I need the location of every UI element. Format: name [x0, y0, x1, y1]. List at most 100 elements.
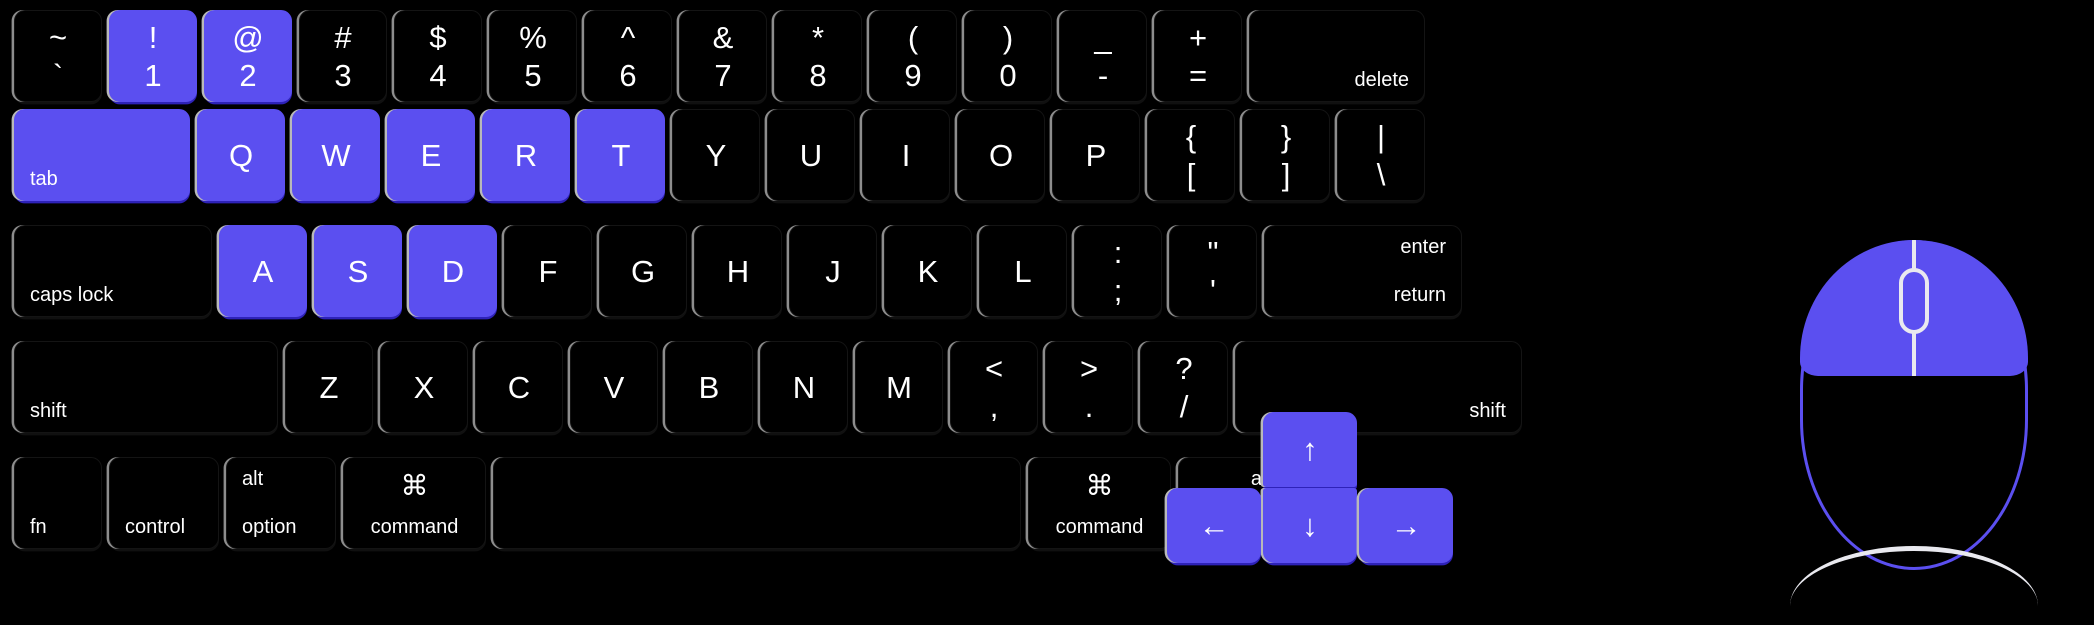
backquote-upper-label: ~: [48, 19, 68, 55]
backquote-key[interactable]: ~ `: [14, 10, 102, 102]
key-a-key[interactable]: A: [219, 225, 307, 317]
key-g-key[interactable]: G: [599, 225, 687, 317]
control-key[interactable]: control: [109, 457, 219, 549]
bracket-left-key[interactable]: {[: [1147, 109, 1235, 201]
key-m-key[interactable]: M: [855, 341, 943, 433]
fn-key[interactable]: fn: [14, 457, 102, 549]
period-key[interactable]: >.: [1045, 341, 1133, 433]
key-f-key[interactable]: F: [504, 225, 592, 317]
key-c-label: C: [507, 369, 531, 405]
key-l-key[interactable]: L: [979, 225, 1067, 317]
semicolon-key[interactable]: :;: [1074, 225, 1162, 317]
key-k-key[interactable]: K: [884, 225, 972, 317]
digit-9-key[interactable]: (9: [869, 10, 957, 102]
key-h-key[interactable]: H: [694, 225, 782, 317]
digit-4-key[interactable]: $4: [394, 10, 482, 102]
key-v-label: V: [603, 369, 625, 405]
arrow-key-cluster: ↑ ↓ ← →: [1167, 412, 1457, 563]
virtual-keyboard: ~ `! 1 @2 #3 $4% 5 ^ 6 & 7 * 8(9) 0 _ - + = delete tab Q W E R…: [14, 10, 1759, 615]
digit-3-key[interactable]: #3: [299, 10, 387, 102]
key-q-key[interactable]: Q: [197, 109, 285, 201]
backslash-key[interactable]: | \: [1337, 109, 1425, 201]
comma-key[interactable]: <,: [950, 341, 1038, 433]
key-b-key[interactable]: B: [665, 341, 753, 433]
mouse-device[interactable]: [1790, 240, 2038, 570]
equal-key[interactable]: + =: [1154, 10, 1242, 102]
enter-return-key[interactable]: enter return: [1264, 225, 1462, 317]
bracket-right-key[interactable]: }]: [1242, 109, 1330, 201]
key-c-key[interactable]: C: [475, 341, 563, 433]
digit-1-upper-label: !: [148, 19, 158, 55]
digit-7-key[interactable]: & 7: [679, 10, 767, 102]
digit-0-lower-label: 0: [999, 57, 1017, 93]
caps-lock-label: caps lock: [30, 284, 114, 306]
key-v-key[interactable]: V: [570, 341, 658, 433]
command-left-key[interactable]: ⌘ command: [343, 457, 486, 549]
digit-3-lower-label: 3: [334, 57, 352, 93]
bracket-left-lower-label: [: [1186, 156, 1196, 192]
digit-6-upper-label: ^: [620, 19, 636, 55]
key-s-key[interactable]: S: [314, 225, 402, 317]
key-w-key[interactable]: W: [292, 109, 380, 201]
key-h-label: H: [726, 253, 750, 289]
option-left-key[interactable]: alt option: [226, 457, 336, 549]
arrow-down-icon: ↓: [1302, 508, 1318, 543]
digit-2-key[interactable]: @2: [204, 10, 292, 102]
command-left-label: command: [370, 516, 459, 538]
keyboard-mouse-overlay: ~ `! 1 @2 #3 $4% 5 ^ 6 & 7 * 8(9) 0 _ - + = delete tab Q W E R…: [0, 0, 2094, 625]
command-left-command-icon: ⌘: [400, 470, 429, 501]
digit-6-key[interactable]: ^ 6: [584, 10, 672, 102]
key-d-key[interactable]: D: [409, 225, 497, 317]
key-i-key[interactable]: I: [862, 109, 950, 201]
arrow-down-key[interactable]: ↓: [1263, 488, 1357, 563]
enter-return-lower-label: return: [1393, 284, 1446, 306]
digit-2-upper-label: @: [232, 19, 264, 55]
scroll-wheel-icon[interactable]: [1899, 268, 1929, 334]
key-t-key[interactable]: T: [577, 109, 665, 201]
caps-lock-key[interactable]: caps lock: [14, 225, 212, 317]
command-right-key[interactable]: ⌘ command: [1028, 457, 1171, 549]
shift-left-key[interactable]: shift: [14, 341, 278, 433]
digit-4-lower-label: 4: [429, 57, 447, 93]
tab-key[interactable]: tab: [14, 109, 190, 201]
key-g-label: G: [630, 253, 656, 289]
arrow-left-key[interactable]: ←: [1167, 488, 1261, 563]
key-r-key[interactable]: R: [482, 109, 570, 201]
digit-5-lower-label: 5: [524, 57, 542, 93]
key-u-label: U: [799, 137, 823, 173]
enter-return-upper-label: enter: [1400, 236, 1446, 258]
key-u-key[interactable]: U: [767, 109, 855, 201]
key-j-key[interactable]: J: [789, 225, 877, 317]
digit-0-upper-label: ): [1002, 19, 1014, 55]
key-o-key[interactable]: O: [957, 109, 1045, 201]
period-lower-label: .: [1084, 388, 1094, 424]
key-z-key[interactable]: Z: [285, 341, 373, 433]
key-x-key[interactable]: X: [380, 341, 468, 433]
key-p-key[interactable]: P: [1052, 109, 1140, 201]
command-right-label: command: [1055, 516, 1144, 538]
quote-key[interactable]: " ': [1169, 225, 1257, 317]
digit-0-key[interactable]: ) 0: [964, 10, 1052, 102]
arrow-up-key[interactable]: ↑: [1263, 412, 1357, 487]
digit-8-key[interactable]: * 8: [774, 10, 862, 102]
digit-6-lower-label: 6: [619, 57, 637, 93]
minus-key[interactable]: _ -: [1059, 10, 1147, 102]
comma-lower-label: ,: [989, 388, 999, 424]
digit-5-key[interactable]: % 5: [489, 10, 577, 102]
mouse-buttons[interactable]: [1800, 240, 2028, 376]
key-m-label: M: [886, 369, 912, 405]
digit-7-lower-label: 7: [714, 57, 732, 93]
backslash-upper-label: |: [1376, 118, 1386, 154]
key-y-key[interactable]: Y: [672, 109, 760, 201]
key-n-key[interactable]: N: [760, 341, 848, 433]
shift-left-label: shift: [30, 400, 67, 422]
arrow-right-key[interactable]: →: [1359, 488, 1453, 563]
space-key[interactable]: [493, 457, 1021, 549]
delete-key[interactable]: delete: [1249, 10, 1425, 102]
digit-5-upper-label: %: [519, 19, 547, 55]
digit-3-upper-label: #: [334, 19, 352, 55]
key-e-key[interactable]: E: [387, 109, 475, 201]
key-o-label: O: [988, 137, 1014, 173]
digit-7-upper-label: &: [712, 19, 734, 55]
digit-1-key[interactable]: ! 1: [109, 10, 197, 102]
